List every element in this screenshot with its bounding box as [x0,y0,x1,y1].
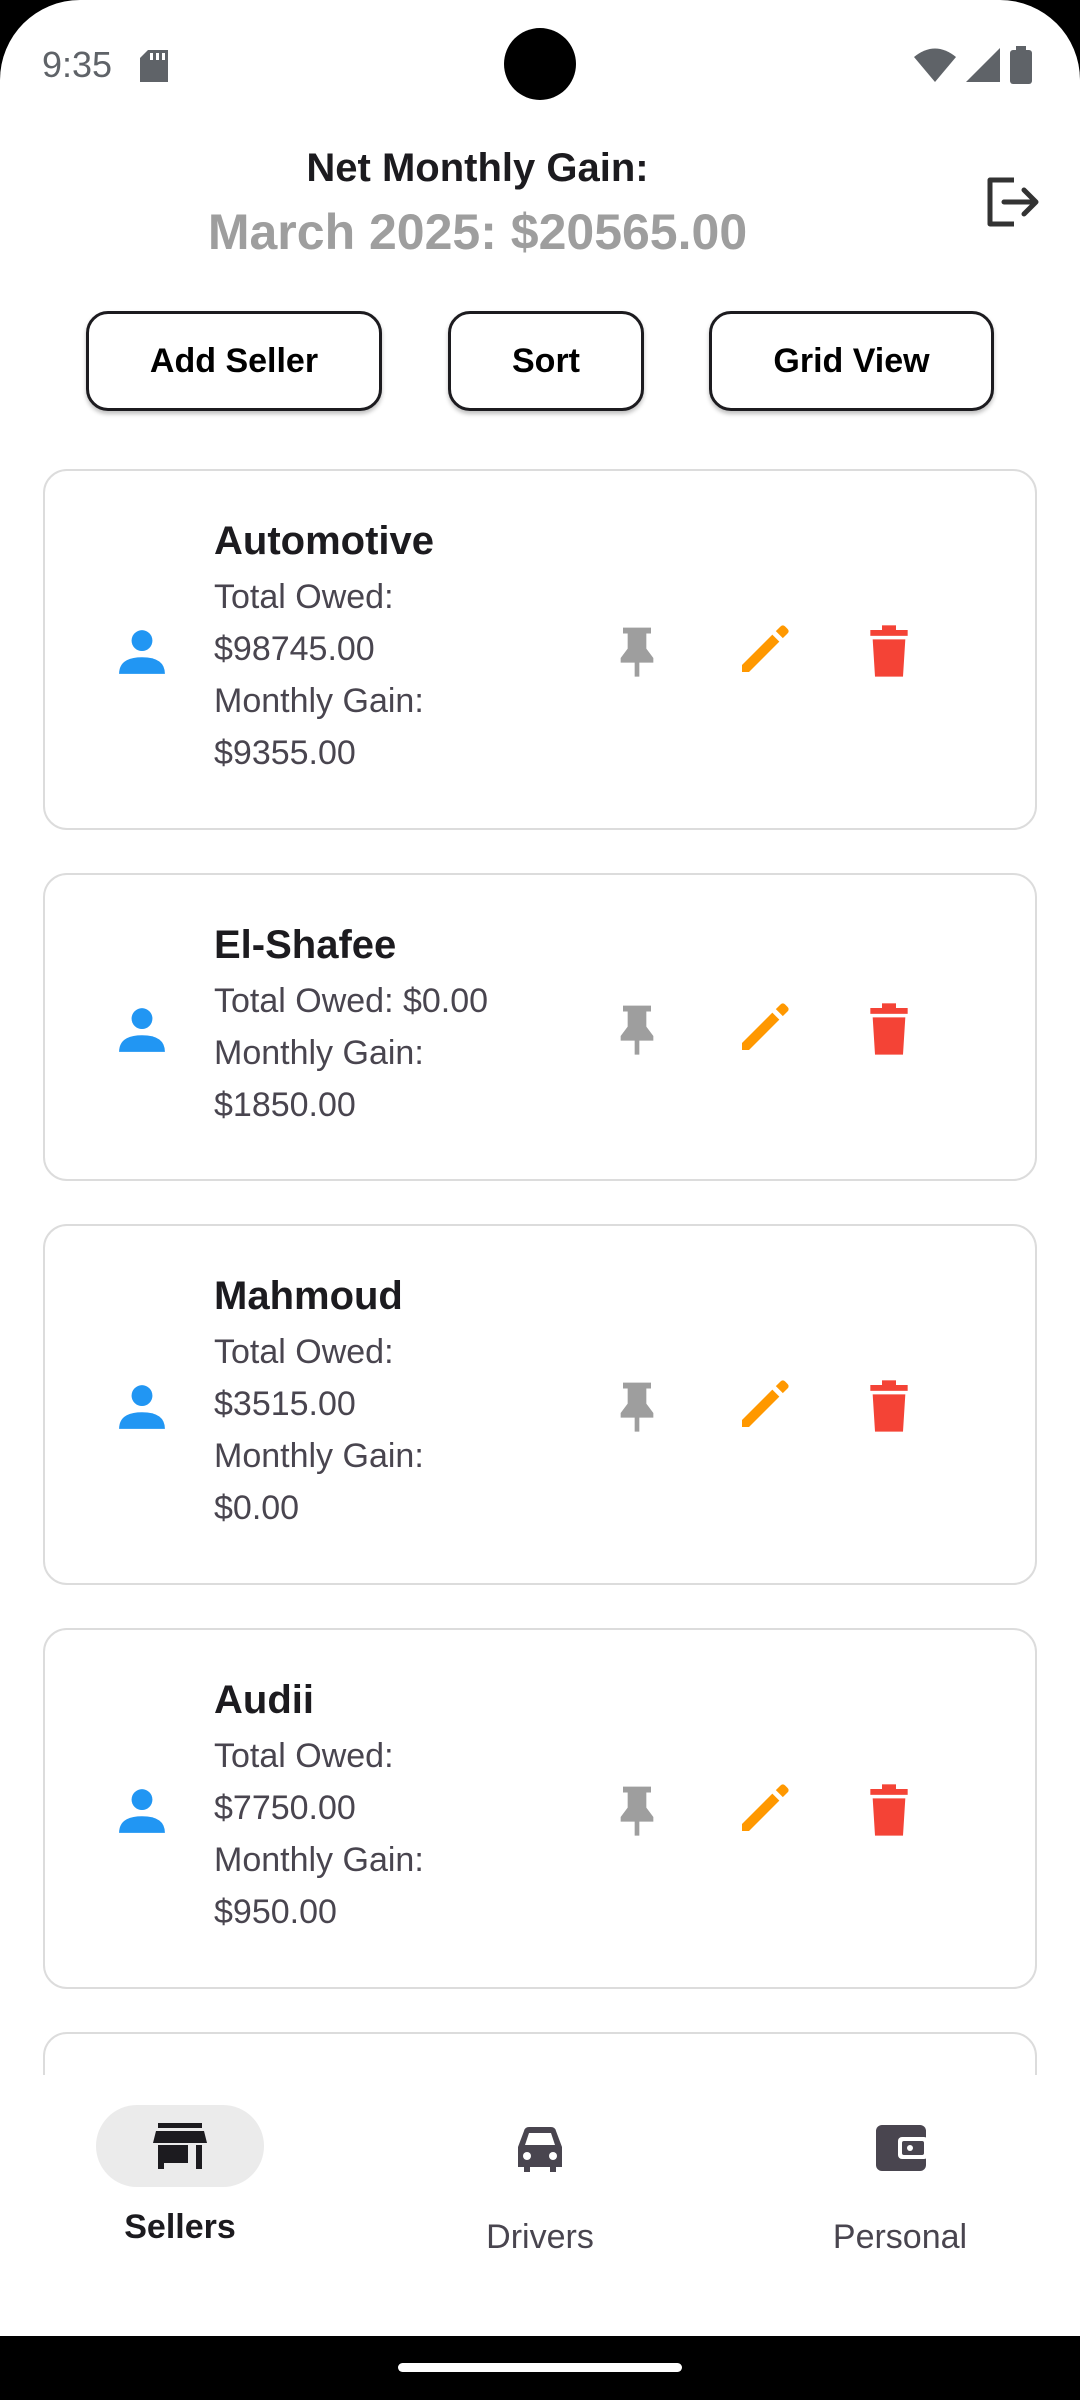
delete-icon[interactable] [861,1001,917,1057]
person-icon [119,1789,165,1833]
seller-name: Audii [214,1678,314,1722]
person-icon [119,1008,165,1052]
delete-icon[interactable] [861,1782,917,1838]
monthly-gain-label: Monthly Gain: [214,1437,424,1475]
total-owed-label: Total Owed: $0.00 [214,982,489,1020]
nav-drivers[interactable]: Drivers [360,2075,720,2336]
total-owed-value: $7750.00 [214,1789,356,1827]
seller-name: Mahmoud [214,1274,403,1318]
pin-icon[interactable] [609,1001,665,1057]
edit-icon[interactable] [735,1782,791,1838]
total-owed-value: $3515.00 [214,1385,356,1423]
monthly-gain-value: $0.00 [214,1489,300,1527]
sd-card-icon [140,50,168,87]
monthly-gain-value: $1850.00 [214,1086,356,1124]
front-camera [504,28,576,100]
logout-icon[interactable] [984,176,1048,232]
net-monthly-gain-value: March 2025: $20565.00 [207,204,748,260]
delete-icon[interactable] [861,623,917,679]
seller-card[interactable]: Audii Total Owed: $7750.00 Monthly Gain:… [43,1628,1037,1989]
monthly-gain-value: $9355.00 [214,734,356,772]
total-owed-label: Total Owed: [214,578,394,616]
wifi-icon [914,48,956,87]
total-owed-label: Total Owed: [214,1737,394,1775]
edit-icon[interactable] [735,1378,791,1434]
pin-icon[interactable] [609,623,665,679]
monthly-gain-label: Monthly Gain: [214,682,424,720]
delete-icon[interactable] [861,1378,917,1434]
status-icons [914,46,1032,89]
grid-view-button[interactable]: Grid View [709,311,994,411]
seller-card[interactable]: Automotive Total Owed: $98745.00 Monthly… [43,469,1037,830]
seller-card[interactable]: El-Shafee Total Owed: $0.00 Monthly Gain… [43,873,1037,1181]
car-icon [518,2127,562,2172]
nav-sellers[interactable]: Sellers [0,2075,360,2336]
sort-button[interactable]: Sort [448,311,644,411]
nav-personal-label: Personal [832,2218,968,2256]
nav-sellers-label: Sellers [124,2208,236,2246]
store-icon [153,2123,207,2169]
total-owed-label: Total Owed: [214,1333,394,1371]
person-icon [119,630,165,674]
total-owed-value: $98745.00 [214,630,375,668]
net-monthly-gain-title: Net Monthly Gain: [306,146,649,190]
home-gesture-bar[interactable] [398,2363,682,2372]
edit-icon[interactable] [735,1001,791,1057]
edit-icon[interactable] [735,623,791,679]
pin-icon[interactable] [609,1378,665,1434]
monthly-gain-label: Monthly Gain: [214,1841,424,1879]
battery-icon [1010,46,1032,89]
person-icon [119,1385,165,1429]
seller-card[interactable]: Mahmoud Total Owed: $3515.00 Monthly Gai… [43,1224,1037,1585]
bottom-navigation: Sellers Drivers Personal [0,2075,1080,2336]
wallet-icon [876,2125,928,2171]
nav-drivers-label: Drivers [486,2218,594,2256]
app-screen: 9:35 Net Monthly Gain: March 2025: $2056… [0,0,1080,2336]
nav-personal[interactable]: Personal [720,2075,1080,2336]
seller-name: Automotive [214,519,434,563]
monthly-gain-label: Monthly Gain: [214,1034,424,1072]
seller-name: El-Shafee [214,923,397,967]
signal-icon [966,48,1000,87]
add-seller-button[interactable]: Add Seller [86,311,382,411]
monthly-gain-value: $950.00 [214,1893,337,1931]
pin-icon[interactable] [609,1782,665,1838]
status-time: 9:35 [42,44,113,85]
